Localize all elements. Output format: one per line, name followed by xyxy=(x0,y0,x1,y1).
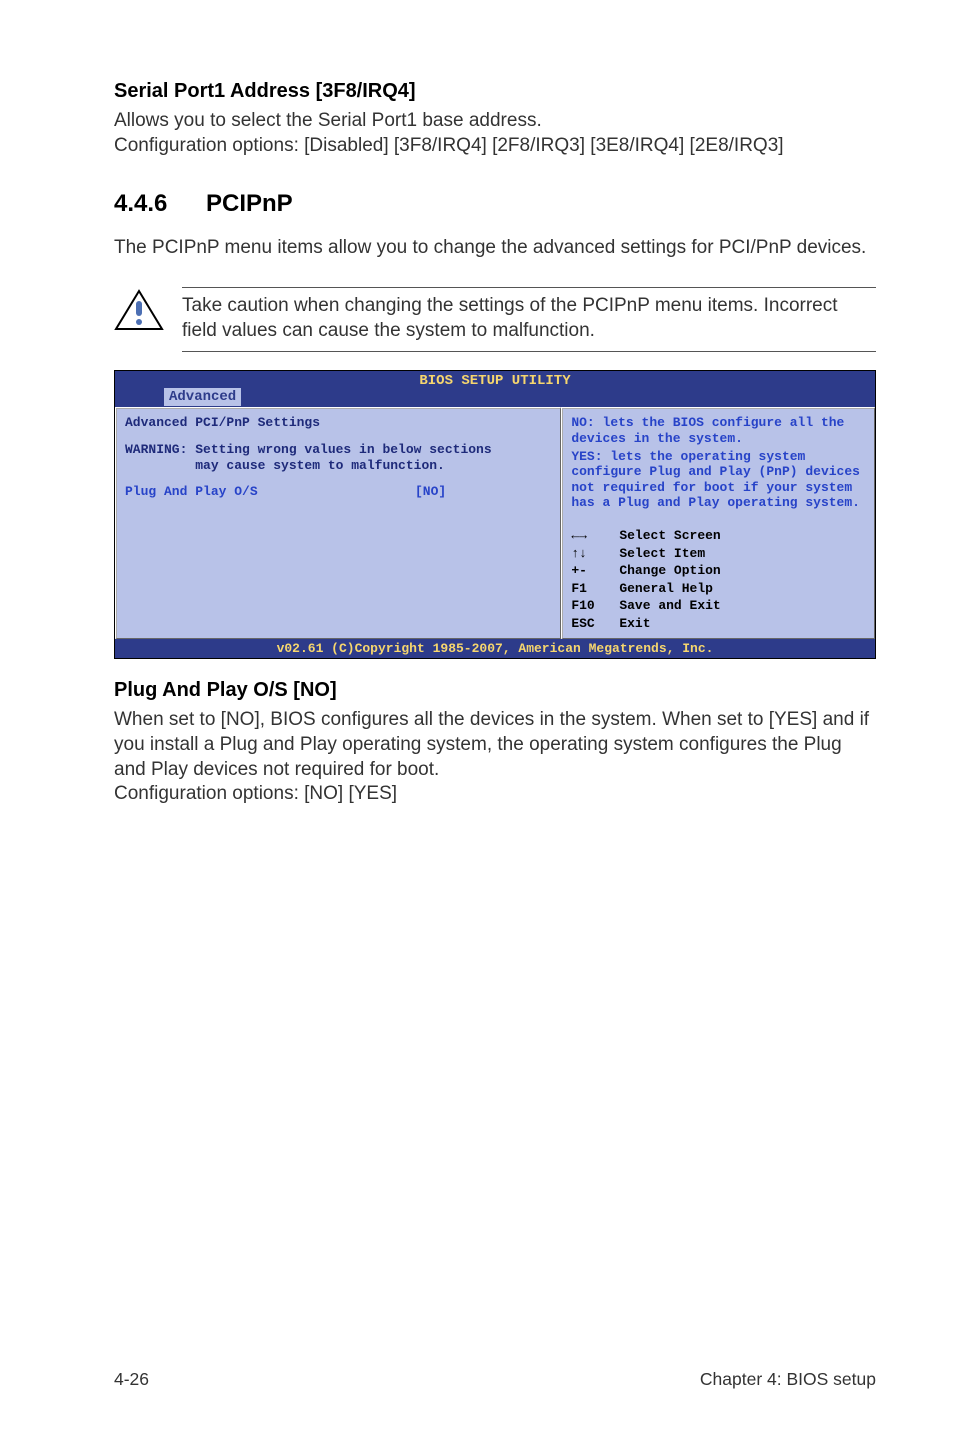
page-number: 4-26 xyxy=(114,1369,149,1390)
bios-title: BIOS SETUP UTILITY xyxy=(115,371,875,389)
bios-right-pane: NO: lets the BIOS configure all the devi… xyxy=(561,407,875,639)
plug-and-play-options: Configuration options: [NO] [YES] xyxy=(114,782,876,807)
bios-body: Advanced PCI/PnP Settings WARNING: Setti… xyxy=(115,407,875,639)
serial-port-desc-2: Configuration options: [Disabled] [3F8/I… xyxy=(114,134,876,159)
serial-port-desc-1: Allows you to select the Serial Port1 ba… xyxy=(114,109,876,134)
pcipnp-intro: The PCIPnP menu items allow you to chang… xyxy=(114,236,876,261)
key-f1: F1 xyxy=(571,580,619,598)
key-desc: Exit xyxy=(619,615,866,633)
bios-left-heading: Advanced PCI/PnP Settings xyxy=(125,415,552,430)
pcipnp-heading-row: 4.4.6 PCIPnP xyxy=(114,190,876,218)
section-number: 4.4.6 xyxy=(114,190,206,218)
key-esc: ESC xyxy=(571,615,619,633)
bios-warning: WARNING: Setting wrong values in below s… xyxy=(125,442,552,473)
bios-left-pane: Advanced PCI/PnP Settings WARNING: Setti… xyxy=(115,407,561,639)
page-footer: 4-26 Chapter 4: BIOS setup xyxy=(114,1369,876,1390)
serial-port-heading: Serial Port1 Address [3F8/IRQ4] xyxy=(114,80,876,103)
bios-item-value: [NO] xyxy=(415,484,446,499)
key-arrows-ud-icon: ↑↓ xyxy=(571,545,619,563)
key-arrows-lr-icon: ←→ xyxy=(571,527,619,545)
plug-and-play-heading: Plug And Play O/S [NO] xyxy=(114,679,876,702)
warning-icon xyxy=(114,289,164,331)
caution-text: Take caution when changing the settings … xyxy=(182,287,876,352)
bios-window: BIOS SETUP UTILITY Advanced Advanced PCI… xyxy=(114,370,876,659)
section-title: PCIPnP xyxy=(206,190,293,218)
chapter-label: Chapter 4: BIOS setup xyxy=(700,1369,876,1390)
bios-help-no: NO: lets the BIOS configure all the devi… xyxy=(571,415,866,446)
key-plusminus-icon: +- xyxy=(571,562,619,580)
key-desc: Change Option xyxy=(619,562,866,580)
bios-key-legend: ←→Select Screen ↑↓Select Item +-Change O… xyxy=(571,527,866,632)
bios-item-plug-and-play[interactable]: Plug And Play O/S [NO] xyxy=(125,484,552,499)
key-desc: General Help xyxy=(619,580,866,598)
bios-footer: v02.61 (C)Copyright 1985-2007, American … xyxy=(115,639,875,658)
caution-note: Take caution when changing the settings … xyxy=(114,287,876,352)
bios-item-label: Plug And Play O/S xyxy=(125,484,415,499)
bios-help-yes: YES: lets the operating system configure… xyxy=(571,449,866,511)
bios-tab-row: Advanced xyxy=(115,389,875,407)
key-desc: Save and Exit xyxy=(619,597,866,615)
key-f10: F10 xyxy=(571,597,619,615)
tab-advanced[interactable]: Advanced xyxy=(165,389,240,405)
page: Serial Port1 Address [3F8/IRQ4] Allows y… xyxy=(0,0,954,1438)
key-desc: Select Item xyxy=(619,545,866,563)
plug-and-play-desc: When set to [NO], BIOS configures all th… xyxy=(114,708,876,782)
key-desc: Select Screen xyxy=(619,527,866,545)
